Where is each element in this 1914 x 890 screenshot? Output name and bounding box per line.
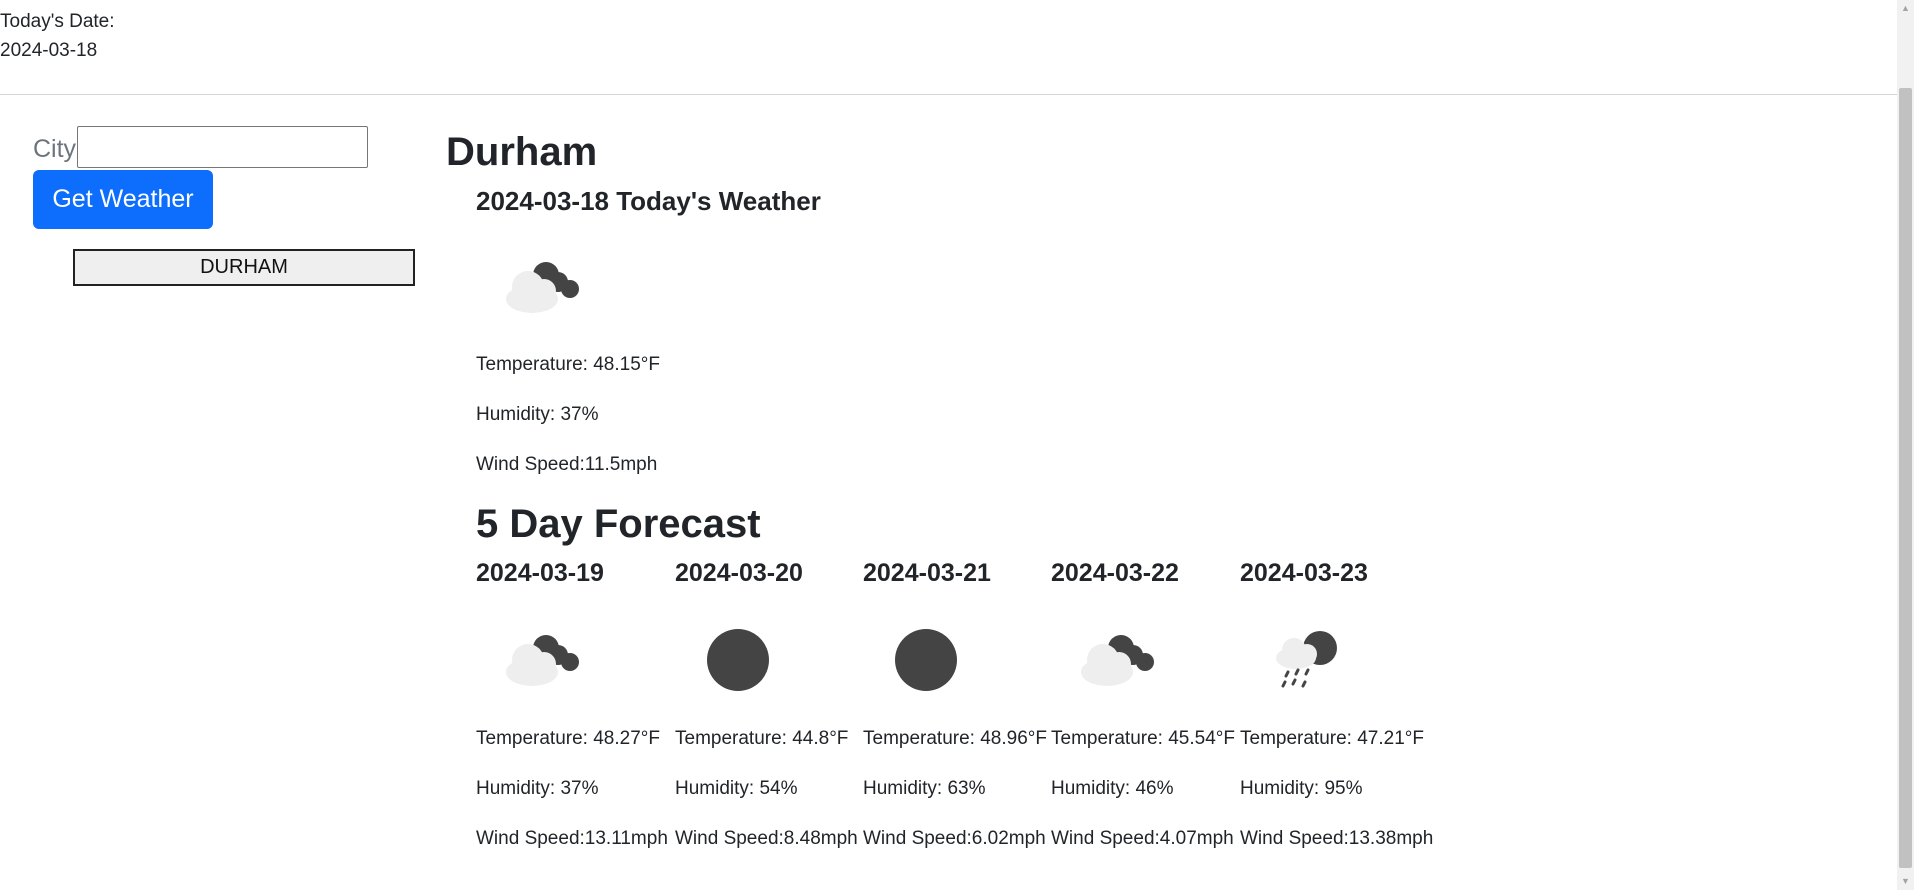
current-temperature: Temperature: 48.15°F: [476, 354, 660, 375]
history-city-button[interactable]: DURHAM: [73, 249, 415, 286]
forecast-wind-speed: Wind Speed:6.02mph: [863, 828, 1046, 849]
forecast-humidity: Humidity: 95%: [1240, 778, 1363, 799]
forecast-temperature: Temperature: 45.54°F: [1051, 728, 1235, 749]
clear-icon: [707, 629, 769, 691]
partly-cloudy-icon: [506, 262, 579, 313]
forecast-wind-speed: Wind Speed:13.38mph: [1240, 828, 1434, 849]
forecast-heading: 5 Day Forecast: [476, 502, 761, 546]
weather-dashboard: Today's Date: 2024-03-18 City: Get Weath…: [0, 0, 1914, 890]
forecast-temperature: Temperature: 47.21°F: [1240, 728, 1424, 749]
page-scrollbar[interactable]: ▲ ▼: [1897, 0, 1914, 890]
forecast-date: 2024-03-22: [1051, 559, 1179, 587]
current-humidity: Humidity: 37%: [476, 404, 599, 425]
scroll-down-arrow-icon[interactable]: ▼: [1897, 873, 1914, 890]
forecast-date: 2024-03-20: [675, 559, 803, 587]
partly-cloudy-icon: [1081, 635, 1154, 686]
forecast-humidity: Humidity: 54%: [675, 778, 798, 799]
page-header: Today's Date: 2024-03-18: [0, 0, 1897, 95]
forecast-temperature: Temperature: 48.27°F: [476, 728, 660, 749]
forecast-temperature: Temperature: 44.8°F: [675, 728, 849, 749]
current-wind-speed: Wind Speed:11.5mph: [476, 454, 658, 475]
city-label: City:: [33, 135, 83, 163]
city-input[interactable]: [77, 126, 368, 168]
city-name: Durham: [446, 130, 598, 174]
get-weather-button[interactable]: Get Weather: [33, 170, 213, 229]
today-weather-heading: 2024-03-18 Today's Weather: [476, 186, 821, 216]
partly-cloudy-icon: [506, 635, 579, 686]
clear-icon: [895, 629, 957, 691]
forecast-date: 2024-03-21: [863, 559, 991, 587]
todays-date-value: 2024-03-18: [0, 40, 98, 61]
scroll-up-arrow-icon[interactable]: ▲: [1897, 0, 1914, 17]
forecast-wind-speed: Wind Speed:4.07mph: [1051, 828, 1234, 849]
forecast-date: 2024-03-23: [1240, 559, 1368, 587]
scrollbar-thumb[interactable]: [1899, 88, 1912, 868]
todays-date-label: Today's Date:: [0, 11, 115, 32]
forecast-humidity: Humidity: 46%: [1051, 778, 1174, 799]
forecast-humidity: Humidity: 37%: [476, 778, 599, 799]
forecast-date: 2024-03-19: [476, 559, 604, 587]
forecast-humidity: Humidity: 63%: [863, 778, 986, 799]
forecast-temperature: Temperature: 48.96°F: [863, 728, 1047, 749]
forecast-wind-speed: Wind Speed:8.48mph: [675, 828, 858, 849]
rain-icon: [1276, 631, 1337, 688]
forecast-wind-speed: Wind Speed:13.11mph: [476, 828, 668, 849]
